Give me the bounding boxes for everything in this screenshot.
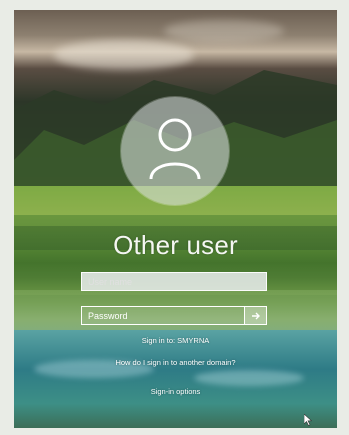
mouse-pointer-icon	[304, 414, 312, 426]
user-name-label: Other user	[113, 230, 238, 260]
sign-in-options-link[interactable]: Sign-in options	[14, 387, 337, 396]
lock-screen: Other user Sign in to: SMYRNA How do I s…	[14, 10, 337, 428]
person-icon	[149, 118, 201, 180]
monitor-frame: Other user Sign in to: SMYRNA How do I s…	[0, 0, 349, 435]
background-cloud	[164, 20, 284, 42]
password-field-group	[81, 306, 267, 325]
user-avatar	[121, 97, 229, 205]
other-domain-link[interactable]: How do I sign in to another domain?	[14, 358, 337, 367]
submit-button[interactable]	[245, 306, 267, 325]
arrow-right-icon	[251, 312, 260, 319]
password-input[interactable]	[81, 306, 245, 325]
sign-in-domain-text: Sign in to: SMYRNA	[141, 336, 210, 345]
background-reflection	[194, 370, 304, 386]
username-input[interactable]	[81, 272, 267, 291]
